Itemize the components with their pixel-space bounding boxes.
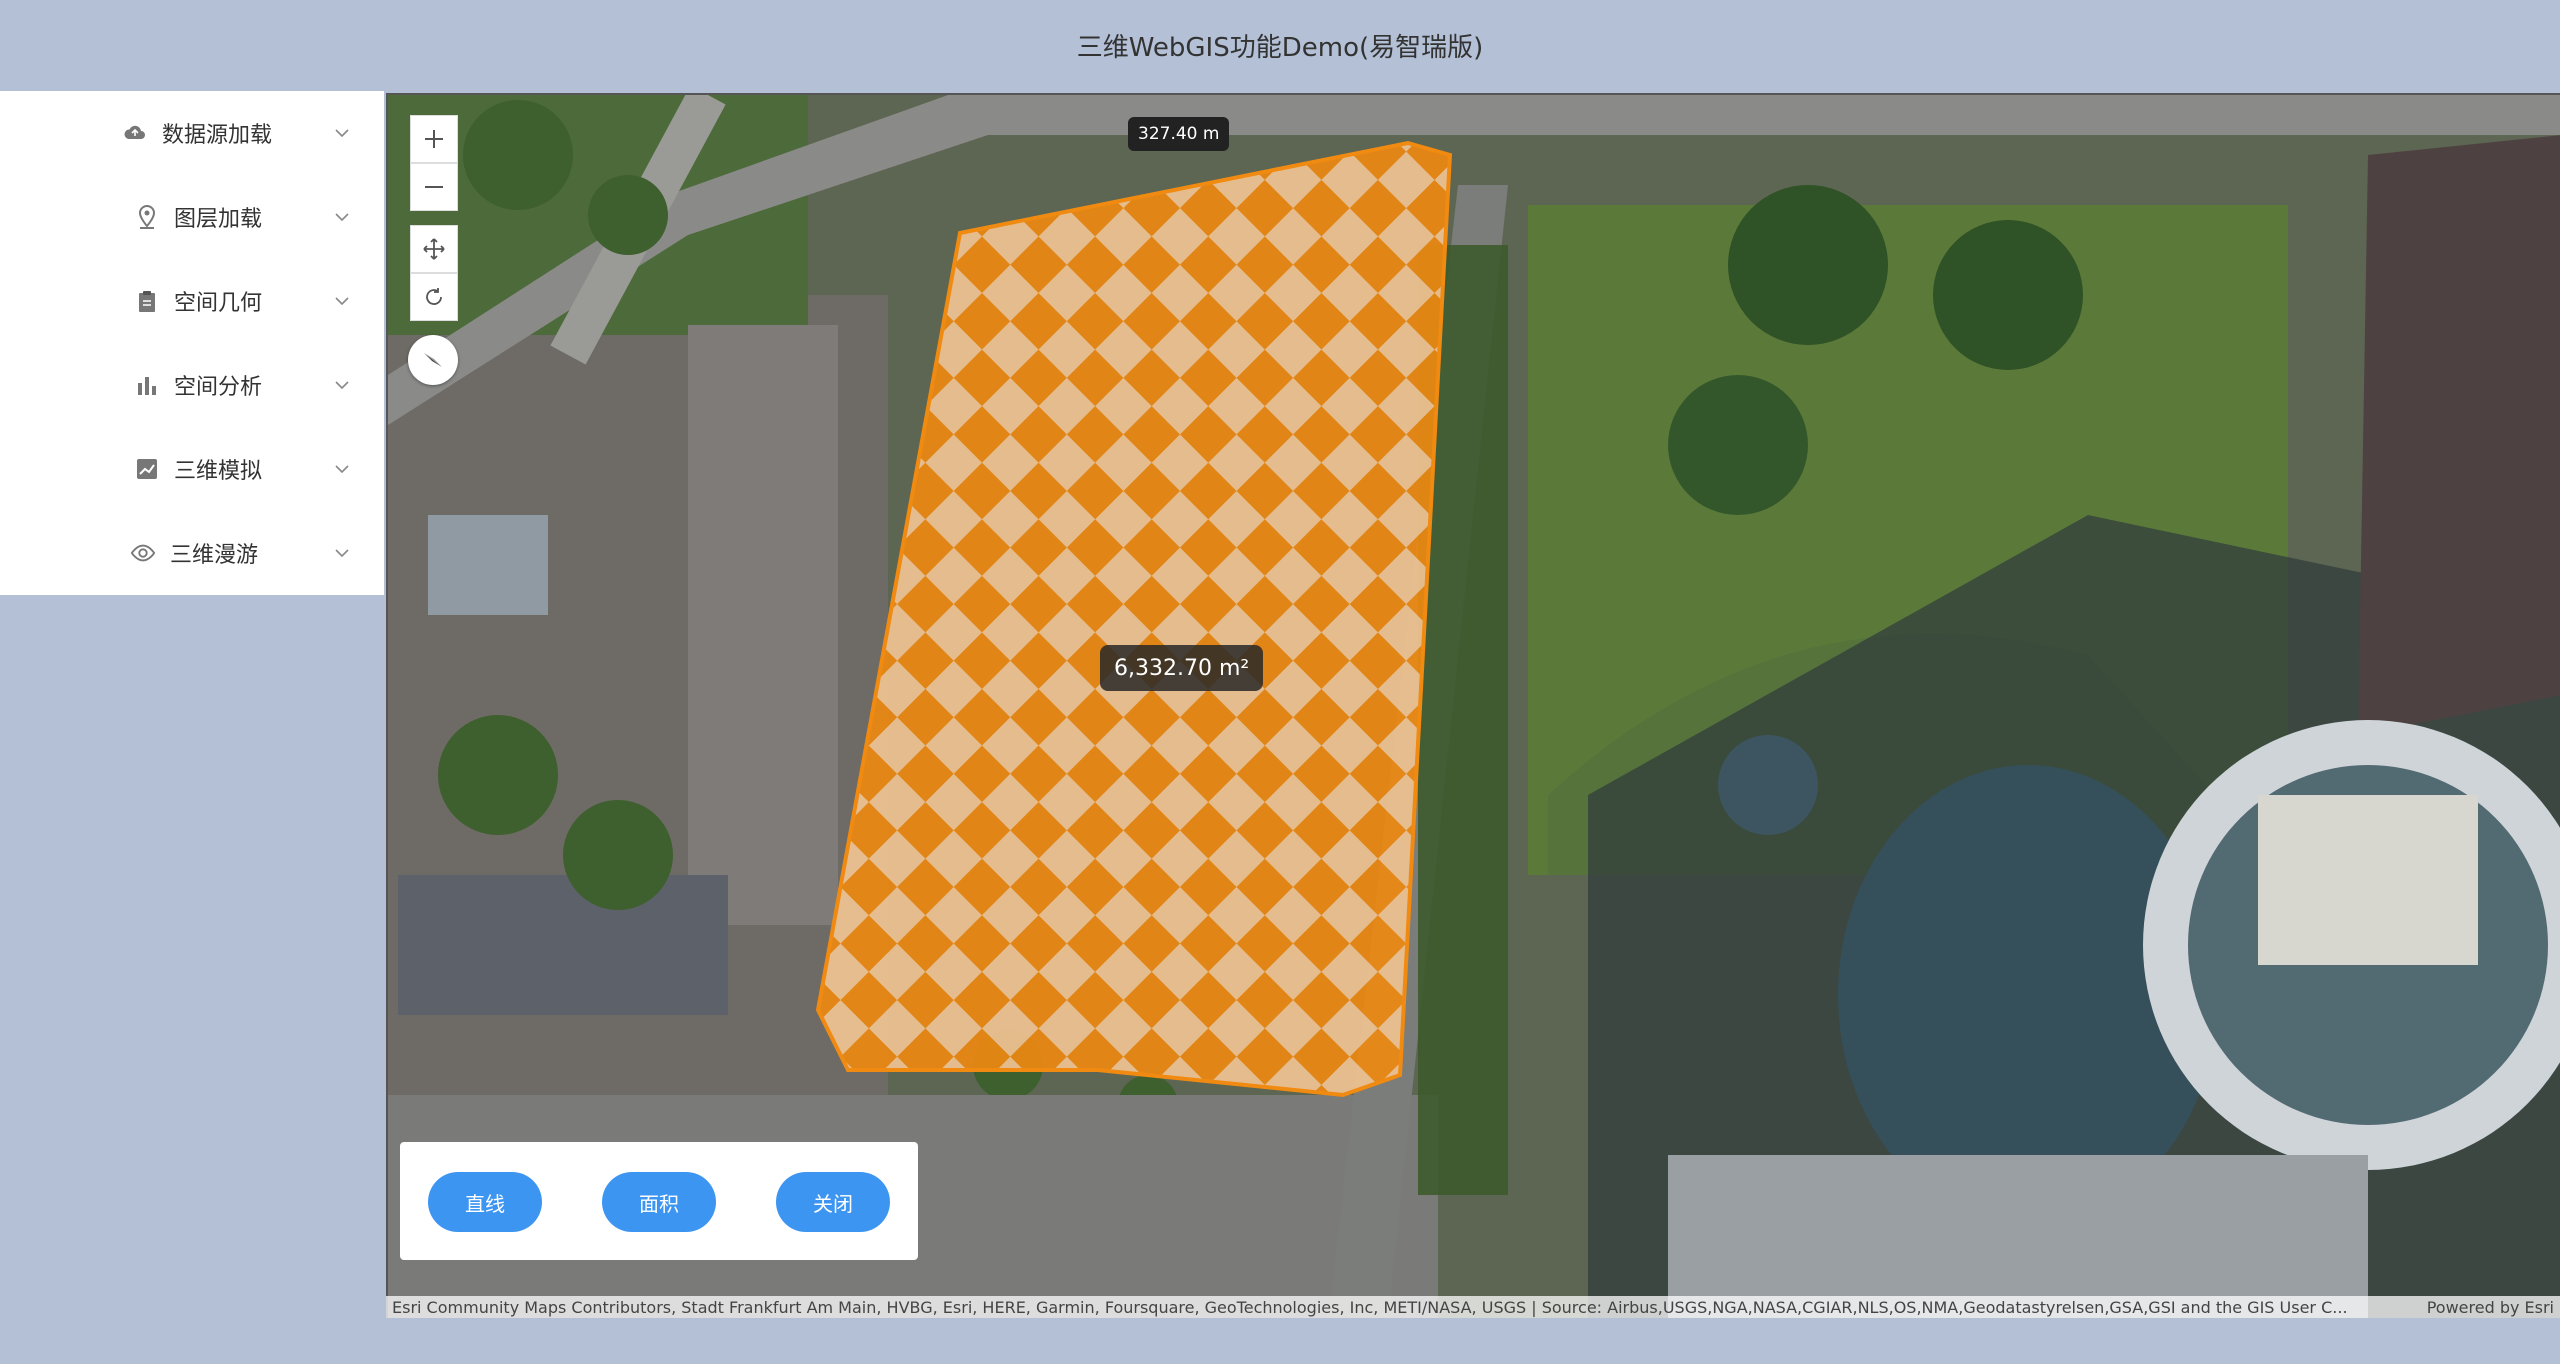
sidebar-item-3d-tour[interactable]: 三维漫游 — [0, 511, 384, 595]
sidebar-item-3d-sim[interactable]: 三维模拟 — [0, 427, 384, 511]
line-chart-icon — [134, 456, 160, 482]
chevron-down-icon — [332, 123, 352, 143]
sidebar-item-label: 空间几何 — [174, 291, 263, 316]
chevron-down-icon — [332, 543, 352, 563]
compass-icon — [424, 353, 442, 367]
sidebar-menu: 数据源加载 图层加载 空间几何 空间分析 三维模拟 三维漫游 — [0, 91, 384, 595]
map-attribution: Esri Community Maps Contributors, Stadt … — [386, 1296, 2560, 1318]
bar-chart-icon — [134, 372, 160, 398]
map-view[interactable]: 327.40 m 6,332.70 m² — [386, 93, 2560, 1318]
clipboard-icon — [134, 288, 160, 314]
app-footer — [0, 1318, 2560, 1364]
attribution-text: Esri Community Maps Contributors, Stadt … — [392, 1297, 2348, 1317]
area-measure-button[interactable]: 面积 — [602, 1172, 716, 1232]
zoom-in-button[interactable] — [410, 115, 458, 163]
sidebar-item-data-source[interactable]: 数据源加载 — [0, 91, 384, 175]
sidebar-item-label: 空间分析 — [174, 375, 263, 400]
powered-by-esri-link[interactable]: Powered by Esri — [2427, 1298, 2554, 1317]
compass-button[interactable] — [408, 335, 458, 385]
sidebar-item-label: 图层加载 — [174, 207, 263, 232]
pan-icon — [423, 238, 445, 260]
map-pin-icon — [134, 204, 160, 230]
zoom-out-icon — [425, 186, 443, 188]
line-measure-button[interactable]: 直线 — [428, 1172, 542, 1232]
satellite-imagery — [388, 95, 2560, 1318]
rotate-button[interactable] — [410, 273, 458, 321]
sidebar-item-layer-load[interactable]: 图层加载 — [0, 175, 384, 259]
chevron-down-icon — [332, 207, 352, 227]
eye-icon — [130, 540, 156, 566]
chevron-down-icon — [332, 375, 352, 395]
zoom-out-button[interactable] — [410, 163, 458, 211]
page-title: 三维WebGIS功能Demo(易智瑞版) — [1076, 33, 1484, 63]
zoom-in-icon — [425, 130, 443, 148]
sidebar-item-analysis[interactable]: 空间分析 — [0, 343, 384, 427]
chevron-down-icon — [332, 291, 352, 311]
close-measure-button[interactable]: 关闭 — [776, 1172, 890, 1232]
measure-tool-panel: 直线 面积 关闭 — [400, 1142, 918, 1260]
app-header: 三维WebGIS功能Demo(易智瑞版) — [0, 0, 2560, 91]
distance-measure-label: 327.40 m — [1128, 117, 1230, 151]
sidebar-item-label: 三维模拟 — [174, 459, 263, 484]
rotate-icon — [426, 288, 442, 305]
sidebar-item-geometry[interactable]: 空间几何 — [0, 259, 384, 343]
cloud-upload-icon — [122, 120, 148, 146]
sidebar-item-label: 三维漫游 — [170, 543, 259, 568]
sidebar-item-label: 数据源加载 — [162, 123, 273, 148]
chevron-down-icon — [332, 459, 352, 479]
area-measure-label: 6,332.70 m² — [1100, 645, 1264, 691]
pan-button[interactable] — [410, 225, 458, 273]
